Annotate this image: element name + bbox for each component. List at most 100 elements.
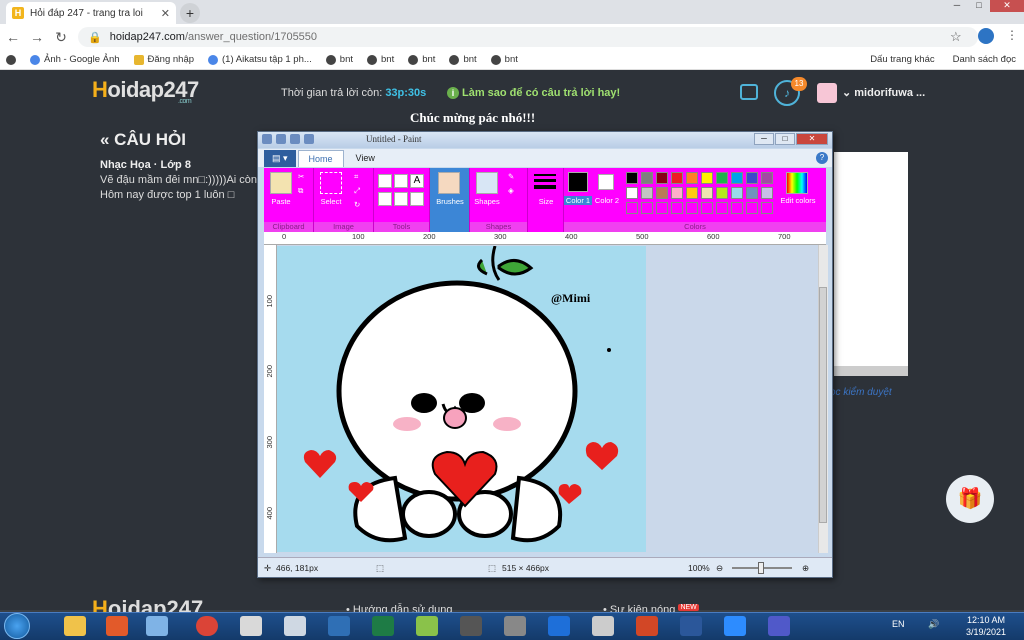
- minimize-button[interactable]: ─: [946, 0, 968, 12]
- edit-colors-icon[interactable]: [786, 172, 808, 194]
- maximize-button[interactable]: □: [968, 0, 990, 12]
- app-icon[interactable]: [240, 616, 262, 636]
- palette-swatch[interactable]: [746, 187, 758, 199]
- outline-icon[interactable]: ✎: [508, 172, 514, 181]
- zoom-out-icon[interactable]: ⊖: [716, 563, 723, 574]
- app-icon[interactable]: [328, 616, 350, 636]
- scrollbar-thumb[interactable]: [819, 287, 827, 523]
- select-button[interactable]: Select: [316, 197, 346, 206]
- file-menu-button[interactable]: ▤ ▾: [264, 150, 296, 167]
- palette-swatch-empty[interactable]: [626, 202, 638, 214]
- palette-swatch-empty[interactable]: [716, 202, 728, 214]
- app-icon[interactable]: [592, 616, 614, 636]
- bookmark-item[interactable]: bnt: [449, 54, 477, 65]
- address-bar[interactable]: 🔒 hoidap247.com/answer_question/1705550: [78, 27, 978, 47]
- media-player-icon[interactable]: [106, 616, 128, 636]
- color1-button[interactable]: Color 1: [564, 196, 592, 205]
- palette-swatch[interactable]: [686, 172, 698, 184]
- teams-icon[interactable]: [768, 616, 790, 636]
- app-icon[interactable]: [460, 616, 482, 636]
- new-tab-button[interactable]: +: [180, 3, 200, 23]
- shapes-icon[interactable]: [476, 172, 498, 194]
- apps-icon[interactable]: [6, 54, 16, 65]
- eraser-icon[interactable]: [378, 192, 392, 206]
- edit-colors-button[interactable]: Edit colors: [778, 196, 818, 205]
- palette-swatch[interactable]: [716, 187, 728, 199]
- palette-swatch[interactable]: [701, 172, 713, 184]
- palette-swatch-empty[interactable]: [701, 202, 713, 214]
- palette-swatch[interactable]: [626, 187, 638, 199]
- paint-minimize-button[interactable]: ─: [754, 133, 774, 145]
- copy-icon[interactable]: ⧉: [298, 186, 303, 196]
- calculator-icon[interactable]: [284, 616, 306, 636]
- palette-swatch[interactable]: [701, 187, 713, 199]
- tab-home[interactable]: Home: [297, 150, 344, 167]
- bookmark-item[interactable]: Đăng nhập: [133, 54, 194, 65]
- palette-swatch[interactable]: [686, 187, 698, 199]
- site-logo[interactable]: Hoidap247 .com: [92, 77, 199, 105]
- edge-icon[interactable]: [548, 616, 570, 636]
- forward-icon[interactable]: →: [30, 29, 44, 45]
- palette-swatch[interactable]: [656, 172, 668, 184]
- bookmark-star-icon[interactable]: ☆: [950, 29, 962, 45]
- chrome-icon[interactable]: [196, 616, 218, 636]
- palette-swatch-empty[interactable]: [761, 202, 773, 214]
- system-clock[interactable]: 12:10 AM 3/19/2021: [966, 614, 1006, 638]
- cut-icon[interactable]: ✂: [298, 172, 304, 181]
- palette-swatch-empty[interactable]: [731, 202, 743, 214]
- redo-icon[interactable]: [304, 134, 314, 144]
- palette-swatch-empty[interactable]: [746, 202, 758, 214]
- bookmark-item[interactable]: Ảnh - Google Ảnh: [30, 54, 120, 65]
- microphone-icon[interactable]: [504, 616, 526, 636]
- color2-button[interactable]: Color 2: [594, 196, 620, 205]
- start-button[interactable]: [4, 613, 30, 639]
- paint-maximize-button[interactable]: □: [775, 133, 795, 145]
- palette-swatch[interactable]: [731, 187, 743, 199]
- zoom-icon[interactable]: [724, 616, 746, 636]
- palette-swatch-empty[interactable]: [686, 202, 698, 214]
- zoom-slider-handle[interactable]: [758, 562, 764, 574]
- paste-button[interactable]: Paste: [266, 197, 296, 206]
- rotate-icon[interactable]: ↻: [354, 200, 360, 209]
- fill-shape-icon[interactable]: ◈: [508, 186, 514, 195]
- app-icon[interactable]: [416, 616, 438, 636]
- palette-swatch[interactable]: [761, 187, 773, 199]
- text-icon[interactable]: A: [410, 174, 424, 188]
- palette-swatch-empty[interactable]: [671, 202, 683, 214]
- back-icon[interactable]: ←: [6, 29, 20, 45]
- browser-tab[interactable]: H Hỏi đáp 247 - trang tra loi ✕: [6, 2, 176, 24]
- bookmark-item[interactable]: bnt: [367, 54, 394, 65]
- volume-icon[interactable]: 🔊: [928, 619, 939, 630]
- crop-icon[interactable]: ⌗: [354, 172, 358, 182]
- bookmark-item[interactable]: bnt: [490, 54, 518, 65]
- color2-swatch[interactable]: [598, 174, 614, 190]
- color-picker-icon[interactable]: [394, 192, 408, 206]
- reading-list[interactable]: Danh sách đọc: [953, 54, 1016, 65]
- color1-swatch[interactable]: [568, 172, 588, 192]
- palette-swatch[interactable]: [641, 187, 653, 199]
- palette-swatch[interactable]: [671, 172, 683, 184]
- bookmark-item[interactable]: (1) Aikatsu tập 1 ph...: [208, 54, 312, 65]
- fill-icon[interactable]: [394, 174, 408, 188]
- powerpoint-icon[interactable]: [636, 616, 658, 636]
- tab-close-icon[interactable]: ✕: [161, 7, 170, 20]
- paste-icon[interactable]: [270, 172, 292, 194]
- palette-swatch[interactable]: [671, 187, 683, 199]
- bookmark-item[interactable]: bnt: [408, 54, 435, 65]
- explorer-icon[interactable]: [64, 616, 86, 636]
- undo-icon[interactable]: [290, 134, 300, 144]
- palette-swatch[interactable]: [761, 172, 773, 184]
- language-indicator[interactable]: EN: [892, 619, 905, 629]
- palette-swatch[interactable]: [731, 172, 743, 184]
- zoom-in-icon[interactable]: ⊕: [802, 563, 809, 574]
- gift-icon[interactable]: 🎁: [946, 475, 994, 523]
- excel-icon[interactable]: [372, 616, 394, 636]
- reload-icon[interactable]: ↻: [54, 29, 68, 46]
- review-link[interactable]: ọc kiểm duyệt: [830, 387, 892, 398]
- palette-swatch[interactable]: [626, 172, 638, 184]
- other-bookmarks[interactable]: Dấu trang khác: [870, 54, 934, 65]
- shapes-button[interactable]: Shapes: [470, 197, 504, 206]
- close-window-button[interactable]: ✕: [990, 0, 1024, 12]
- chat-icon[interactable]: [740, 84, 758, 100]
- tab-view[interactable]: View: [346, 150, 385, 167]
